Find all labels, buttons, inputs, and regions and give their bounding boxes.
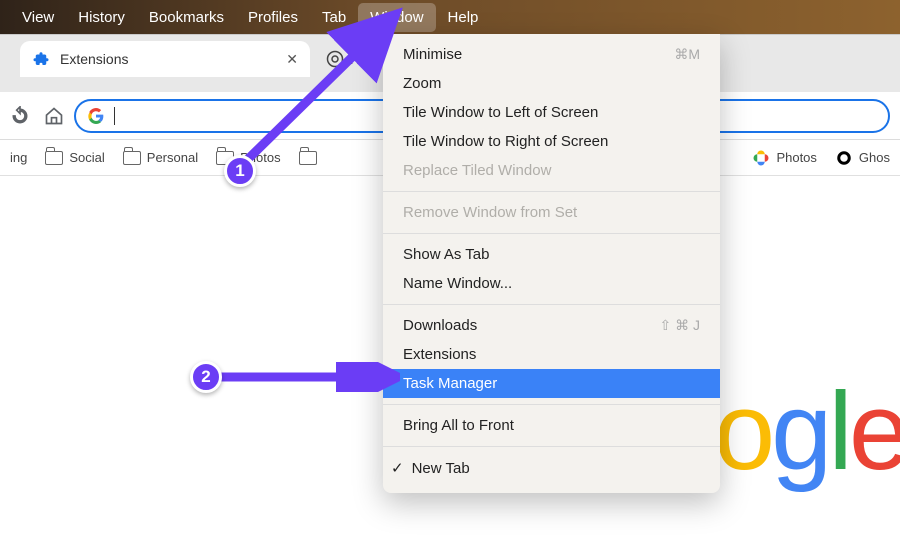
text-caret [114, 107, 115, 125]
bookmark-personal[interactable]: Personal [123, 150, 198, 165]
menubar-item-view[interactable]: View [10, 3, 66, 32]
annotation-arrow-1 [230, 2, 430, 182]
google-g-icon [88, 108, 104, 124]
bookmark-social[interactable]: Social [45, 150, 104, 165]
callout-badge-1: 1 [224, 155, 256, 187]
bookmark-cut[interactable]: ing [10, 150, 27, 165]
bookmark-photos-right[interactable]: Photos [752, 149, 816, 167]
bookmark-ghost[interactable]: Ghos [835, 149, 890, 167]
menu-bring-front[interactable]: Bring All to Front [383, 411, 720, 440]
menu-name-window[interactable]: Name Window... [383, 269, 720, 298]
menu-separator [383, 404, 720, 405]
menu-separator [383, 446, 720, 447]
menubar-item-history[interactable]: History [66, 3, 137, 32]
menu-replace-tiled: Replace Tiled Window [383, 156, 720, 185]
menubar-item-bookmarks[interactable]: Bookmarks [137, 3, 236, 32]
menu-show-as-tab[interactable]: Show As Tab [383, 240, 720, 269]
menu-tile-right[interactable]: Tile Window to Right of Screen [383, 127, 720, 156]
annotation-arrow-2 [215, 362, 400, 392]
menu-separator [383, 304, 720, 305]
menu-new-tab[interactable]: ✓New Tab [383, 453, 720, 483]
check-icon: ✓ [391, 459, 404, 477]
home-icon[interactable] [44, 106, 64, 126]
menubar-item-help[interactable]: Help [436, 3, 491, 32]
menu-remove-set: Remove Window from Set [383, 198, 720, 227]
tab-title: Extensions [60, 51, 128, 67]
google-photos-icon [752, 149, 770, 167]
menu-downloads[interactable]: Downloads⇧ ⌘ J [383, 311, 720, 340]
google-logo: ogle [714, 368, 900, 495]
menu-tile-left[interactable]: Tile Window to Left of Screen [383, 98, 720, 127]
window-menu-dropdown: Minimise⌘M Zoom Tile Window to Left of S… [383, 34, 720, 493]
menu-separator [383, 233, 720, 234]
system-menubar[interactable]: ViewHistoryBookmarksProfilesTabWindowHel… [0, 0, 900, 34]
callout-badge-2: 2 [190, 361, 222, 393]
puzzle-icon [32, 50, 50, 68]
menu-minimise[interactable]: Minimise⌘M [383, 40, 720, 69]
menu-zoom[interactable]: Zoom [383, 69, 720, 98]
folder-icon [123, 151, 141, 165]
menu-task-manager[interactable]: Task Manager [383, 369, 720, 398]
menu-separator [383, 191, 720, 192]
folder-icon [45, 151, 63, 165]
circle-icon [835, 149, 853, 167]
reload-icon[interactable] [10, 106, 30, 126]
menu-extensions[interactable]: Extensions [383, 340, 720, 369]
